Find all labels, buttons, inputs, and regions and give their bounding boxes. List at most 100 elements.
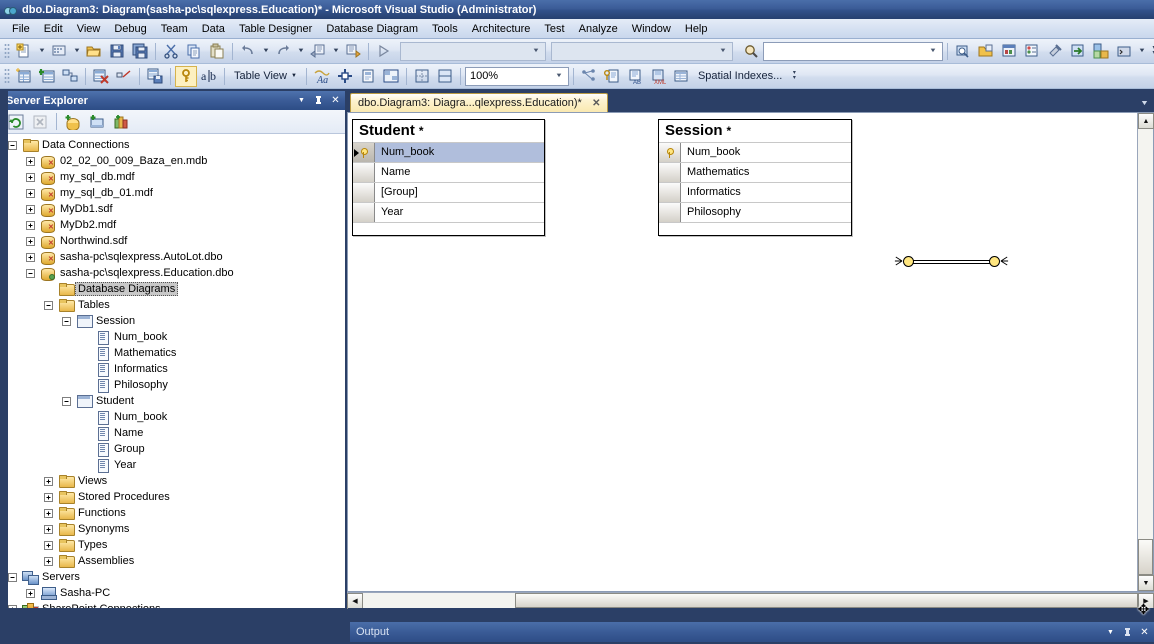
diagram-table-row[interactable]: Name (353, 162, 544, 182)
new-project-dropdown-arrow[interactable] (36, 41, 47, 62)
row-gutter[interactable] (659, 203, 681, 222)
menu-team[interactable]: Team (154, 21, 195, 37)
menu-table-designer[interactable]: Table Designer (232, 21, 319, 37)
tree-expander-minus[interactable] (60, 315, 73, 328)
tree-item[interactable]: my_sql_db_01.mdf (0, 185, 345, 201)
hscroll-thumb[interactable] (515, 593, 1138, 608)
tree-item[interactable]: Year (0, 457, 345, 473)
tree-item[interactable]: Num_book (0, 409, 345, 425)
find-combo[interactable] (763, 41, 943, 61)
recalculate-page-breaks-icon[interactable] (434, 66, 456, 87)
show-relationship-labels-icon[interactable]: Aa (311, 66, 333, 87)
tree-item[interactable]: Functions (0, 505, 345, 521)
close-panel-icon[interactable]: ✕ (1137, 625, 1152, 640)
command-window-dropdown-arrow[interactable] (1136, 41, 1147, 62)
tree-item[interactable]: Database Diagrams (0, 281, 345, 297)
save-icon[interactable] (106, 41, 128, 62)
generate-change-script-icon[interactable] (144, 66, 166, 87)
delete-table-icon[interactable] (90, 66, 112, 87)
relationships-icon[interactable]: a b (198, 66, 220, 87)
tree-expander-minus[interactable] (60, 395, 73, 408)
close-panel-icon[interactable]: ✕ (328, 93, 343, 108)
connect-to-server-icon[interactable] (86, 112, 108, 132)
diagram-table-student[interactable]: Student * Num_book Name [Group] Year (352, 119, 545, 236)
tree-item[interactable]: Mathematics (0, 345, 345, 361)
xml-indexes-icon[interactable]: XML (647, 66, 669, 87)
toolbar-grip[interactable] (4, 67, 10, 85)
tree-expander-plus[interactable] (24, 155, 37, 168)
menu-test[interactable]: Test (537, 21, 571, 37)
remove-relationship-icon[interactable] (113, 66, 135, 87)
navigate-backward-icon[interactable] (307, 41, 329, 62)
server-explorer-icon[interactable] (1067, 41, 1089, 62)
set-primary-key-icon[interactable] (175, 65, 197, 87)
menu-debug[interactable]: Debug (107, 21, 153, 37)
new-item-dropdown-arrow[interactable] (71, 41, 82, 62)
redo-dropdown-arrow[interactable] (295, 41, 306, 62)
vscroll-thumb[interactable] (1138, 539, 1153, 575)
tree-item[interactable]: Informatics (0, 361, 345, 377)
autosize-selected-tables-icon[interactable] (334, 66, 356, 87)
tree-item[interactable]: Types (0, 537, 345, 553)
tree-expander-plus[interactable] (24, 203, 37, 216)
arrange-selection-icon[interactable] (357, 66, 379, 87)
scroll-down-button[interactable]: ▼ (1138, 575, 1154, 591)
tree-expander-plus[interactable] (42, 507, 55, 520)
window-position-dropdown-icon[interactable]: ▼ (1103, 625, 1118, 640)
fulltext-index-icon[interactable]: AB (624, 66, 646, 87)
tree-expander-plus[interactable] (24, 235, 37, 248)
tree-item[interactable]: Stored Procedures (0, 489, 345, 505)
tree-expander-plus[interactable] (42, 475, 55, 488)
scroll-up-button[interactable]: ▲ (1138, 113, 1154, 129)
row-gutter[interactable] (659, 143, 681, 162)
tree-item[interactable]: SharePoint Connections (0, 601, 345, 608)
diagram-canvas[interactable]: Session * Num_book Mathematics Informatics Ph… (348, 113, 1137, 591)
tree-item[interactable]: MyDb2.mdf (0, 217, 345, 233)
toolbox-icon[interactable] (1044, 41, 1066, 62)
row-gutter[interactable] (353, 203, 375, 222)
canvas-horizontal-scrollbar[interactable]: ◀ ▶ (347, 592, 1154, 609)
menu-architecture[interactable]: Architecture (465, 21, 538, 37)
close-icon[interactable]: ✕ (590, 97, 603, 110)
properties-window-icon[interactable] (998, 41, 1020, 62)
tree-item[interactable]: Data Connections (0, 137, 345, 153)
find-icon[interactable] (740, 41, 762, 62)
tree-expander-minus[interactable] (24, 267, 37, 280)
paste-icon[interactable] (206, 41, 228, 62)
tree-item[interactable]: Tables (0, 297, 345, 313)
page-breaks-icon[interactable] (411, 66, 433, 87)
vscroll-track[interactable] (1138, 129, 1153, 539)
menu-view[interactable]: View (70, 21, 108, 37)
connect-to-database-icon[interactable] (62, 112, 84, 132)
new-table-icon[interactable] (13, 66, 35, 87)
tree-item[interactable]: Servers (0, 569, 345, 585)
object-browser-icon[interactable] (1021, 41, 1043, 62)
tree-expander-plus[interactable] (42, 491, 55, 504)
tree-item[interactable]: Session (0, 313, 345, 329)
tree-expander-plus[interactable] (24, 219, 37, 232)
diagram-table-row[interactable]: Num_book (659, 142, 851, 162)
save-all-icon[interactable] (129, 41, 151, 62)
diagram-table-row[interactable]: Year (353, 202, 544, 222)
navigate-backward-dropdown-arrow[interactable] (330, 41, 341, 62)
tree-expander-plus[interactable] (24, 251, 37, 264)
tree-expander-plus[interactable] (24, 587, 37, 600)
tree-item[interactable]: Synonyms (0, 521, 345, 537)
toolbar-overflow-button[interactable]: ▾ ▾ (1148, 41, 1154, 62)
tree-item[interactable]: my_sql_db.mdf (0, 169, 345, 185)
class-view-icon[interactable] (1090, 41, 1112, 62)
relationship-line[interactable] (910, 260, 990, 264)
diagram-table-row[interactable]: Philosophy (659, 202, 851, 222)
refresh-icon[interactable] (5, 112, 27, 132)
cut-icon[interactable] (160, 41, 182, 62)
command-window-icon[interactable] (1113, 41, 1135, 62)
diagram-table-row[interactable]: Informatics (659, 182, 851, 202)
menu-help[interactable]: Help (678, 21, 715, 37)
auto-hide-pin-icon[interactable] (1120, 625, 1135, 640)
stop-icon[interactable] (29, 112, 51, 132)
menu-window[interactable]: Window (625, 21, 678, 37)
toolbar-overflow-button[interactable]: ▾ ▾ (788, 66, 800, 87)
tab-database-diagram[interactable]: dbo.Diagram3: Diagra...qlexpress.Educati… (350, 93, 608, 112)
tab-list-dropdown-icon[interactable] (1137, 96, 1151, 110)
solution-platform-combo[interactable] (551, 41, 733, 61)
